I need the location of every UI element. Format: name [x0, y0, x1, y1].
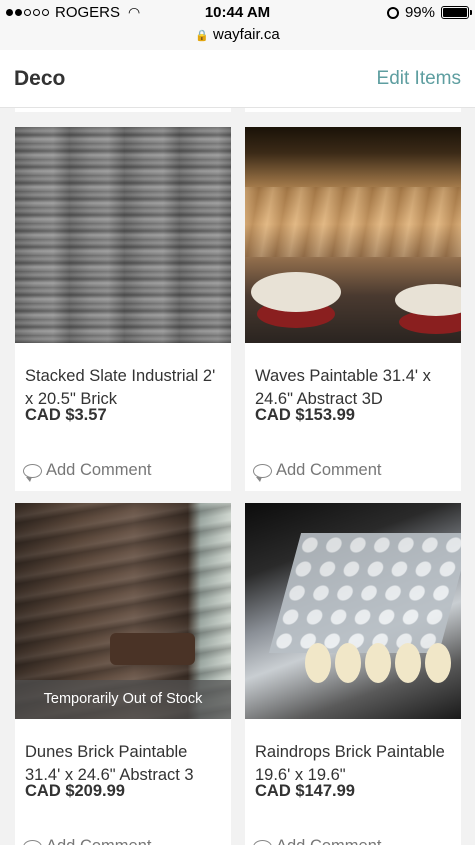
raindrops-panel-image[interactable]	[245, 503, 461, 719]
list-header: Deco Edit Items	[0, 50, 475, 108]
wifi-icon: ◠	[128, 4, 141, 20]
stacked-slate-image[interactable]	[15, 127, 231, 343]
battery-percent: 99%	[404, 4, 435, 21]
previous-card-edge	[245, 108, 461, 112]
waves-panel-image[interactable]	[245, 127, 461, 343]
product-grid[interactable]: Stacked Slate Industrial 2' x 20.5" Bric…	[0, 108, 475, 845]
status-bar: ROGERS ◠ 10:44 AM 🔒 wayfair.ca 99%	[0, 0, 475, 50]
lock-icon: 🔒	[195, 30, 209, 42]
product-card[interactable]: Temporarily Out of Stock Dunes Brick Pai…	[15, 503, 231, 845]
add-comment-button[interactable]: Add Comment	[253, 461, 382, 482]
previous-card-edge	[15, 108, 231, 112]
product-price: CAD $3.57	[25, 406, 107, 424]
out-of-stock-badge: Temporarily Out of Stock	[15, 680, 231, 719]
add-comment-label: Add Comment	[276, 837, 381, 845]
comment-icon	[23, 463, 42, 482]
product-price: CAD $153.99	[255, 406, 355, 424]
carrier-info: ROGERS ◠	[6, 4, 140, 21]
product-card[interactable]: Stacked Slate Industrial 2' x 20.5" Bric…	[15, 127, 231, 491]
status-right: 99%	[386, 4, 472, 21]
battery-level	[443, 8, 467, 17]
product-title[interactable]: Dunes Brick Paintable 31.4' x 24.6" Abst…	[25, 741, 221, 781]
product-card[interactable]: Raindrops Brick Paintable 19.6' x 19.6" …	[245, 503, 461, 845]
address-bar[interactable]: 🔒 wayfair.ca	[0, 26, 475, 43]
battery-icon	[441, 6, 472, 19]
comment-icon	[253, 463, 272, 482]
product-title[interactable]: Raindrops Brick Paintable 19.6' x 19.6"	[255, 741, 451, 781]
carrier-name: ROGERS	[55, 4, 121, 21]
edit-items-button[interactable]: Edit Items	[377, 68, 461, 90]
product-title[interactable]: Stacked Slate Industrial 2' x 20.5" Bric…	[25, 365, 221, 405]
url-text: wayfair.ca	[213, 26, 280, 43]
product-price: CAD $147.99	[255, 782, 355, 800]
add-comment-label: Add Comment	[46, 461, 152, 479]
product-title[interactable]: Waves Paintable 31.4' x 24.6" Abstract 3…	[255, 365, 451, 405]
comment-icon	[23, 839, 42, 845]
alarm-icon	[386, 6, 399, 19]
page-title: Deco	[14, 67, 66, 90]
add-comment-label: Add Comment	[276, 461, 382, 479]
product-card[interactable]: Waves Paintable 31.4' x 24.6" Abstract 3…	[245, 127, 461, 491]
signal-strength-icon	[6, 9, 49, 16]
comment-icon	[253, 839, 272, 845]
add-comment-button[interactable]: Add Comment	[23, 837, 151, 845]
product-price: CAD $209.99	[25, 782, 125, 800]
add-comment-button[interactable]: Add Comment	[253, 837, 381, 845]
add-comment-label: Add Comment	[46, 837, 151, 845]
add-comment-button[interactable]: Add Comment	[23, 461, 152, 482]
